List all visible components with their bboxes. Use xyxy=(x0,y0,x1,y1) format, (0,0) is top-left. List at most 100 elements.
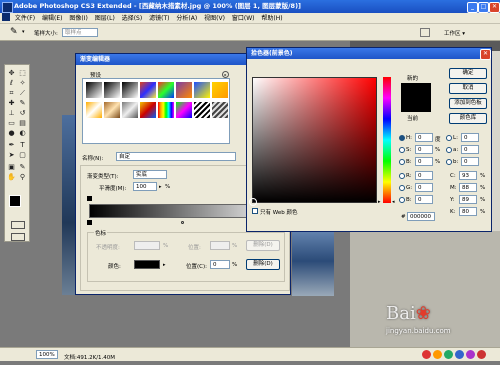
lab-a-input[interactable]: 0 xyxy=(461,145,479,154)
lab-b-input[interactable]: 0 xyxy=(461,157,479,166)
opacity-location-input[interactable] xyxy=(210,241,230,250)
blue-radio[interactable] xyxy=(399,197,405,203)
hand-tool-icon[interactable]: ✋ xyxy=(7,173,16,182)
brightness-input[interactable]: 0 xyxy=(415,157,433,166)
brightness-radio[interactable] xyxy=(399,159,405,165)
app-menu-icon[interactable] xyxy=(2,13,10,21)
cancel-button[interactable]: 取消 xyxy=(449,83,487,94)
tray-icon[interactable] xyxy=(433,350,442,359)
preset-swatches[interactable] xyxy=(86,82,228,122)
hue-slider[interactable] xyxy=(383,77,391,203)
magenta-input[interactable]: 88 xyxy=(459,183,477,192)
pen-tool-icon[interactable]: ✒ xyxy=(7,141,16,150)
menu-analysis[interactable]: 分析(A) xyxy=(176,15,197,22)
dodge-tool-icon[interactable]: ◐ xyxy=(18,129,27,138)
color-field[interactable] xyxy=(249,77,377,206)
tray-icon[interactable] xyxy=(477,350,486,359)
lab-l-radio[interactable] xyxy=(446,135,452,141)
type-tool-icon[interactable]: T xyxy=(18,141,27,150)
tool-preset-chevron-icon[interactable]: ▾ xyxy=(22,29,25,35)
tray-icon[interactable] xyxy=(466,350,475,359)
sample-size-select[interactable]: 取样点 xyxy=(62,28,98,37)
gradient-name-input[interactable]: 自定 xyxy=(116,152,236,161)
preset-swatch[interactable] xyxy=(194,102,210,118)
lab-a-radio[interactable] xyxy=(446,147,452,153)
preset-swatch[interactable] xyxy=(104,102,120,118)
notes-tool-icon[interactable]: ▣ xyxy=(7,163,16,172)
lab-b-radio[interactable] xyxy=(446,159,452,165)
menu-window[interactable]: 窗口(W) xyxy=(232,15,255,22)
gradient-midpoint[interactable] xyxy=(181,221,184,224)
presets-menu-icon[interactable]: ▸ xyxy=(222,71,229,78)
saturation-radio[interactable] xyxy=(399,147,405,153)
color-picker-close-button[interactable]: ✕ xyxy=(480,49,491,60)
lab-l-input[interactable]: 0 xyxy=(461,133,479,142)
hue-slider-left-arrow[interactable]: ▸ xyxy=(378,199,381,205)
move-tool-icon[interactable]: ✥ xyxy=(7,69,16,78)
lasso-tool-icon[interactable]: ℓ xyxy=(7,79,16,88)
zoom-input[interactable]: 100% xyxy=(36,350,58,359)
history-brush-tool-icon[interactable]: ↺ xyxy=(18,109,27,118)
preset-swatch[interactable] xyxy=(122,82,138,98)
tray-icon[interactable] xyxy=(444,350,453,359)
gradient-type-select[interactable]: 实底 xyxy=(133,170,167,179)
green-radio[interactable] xyxy=(399,185,405,191)
black-input[interactable]: 80 xyxy=(459,207,477,216)
red-input[interactable]: 0 xyxy=(415,171,433,180)
red-radio[interactable] xyxy=(399,173,405,179)
preset-swatch[interactable] xyxy=(212,102,228,118)
menu-file[interactable]: 文件(F) xyxy=(15,15,35,22)
current-color-swatch[interactable] xyxy=(401,98,431,112)
menu-view[interactable]: 视图(V) xyxy=(204,15,225,22)
menu-edit[interactable]: 编辑(E) xyxy=(42,15,62,22)
preset-swatch[interactable] xyxy=(122,102,138,118)
color-location-input[interactable]: 0 xyxy=(210,260,230,269)
healing-brush-tool-icon[interactable]: ✚ xyxy=(7,99,16,108)
preset-swatch[interactable] xyxy=(86,102,102,118)
preset-swatch[interactable] xyxy=(158,102,174,118)
preset-swatch[interactable] xyxy=(176,82,192,98)
eyedropper-icon[interactable]: ✎ xyxy=(10,27,18,37)
screen-mode-icon[interactable] xyxy=(420,28,430,37)
screen-mode-tool-icon[interactable] xyxy=(11,233,25,241)
tray-icon[interactable] xyxy=(422,350,431,359)
ok-button[interactable]: 确定 xyxy=(449,68,487,79)
path-selection-tool-icon[interactable]: ➤ xyxy=(7,151,16,160)
preset-swatch[interactable] xyxy=(140,102,156,118)
crop-tool-icon[interactable]: ⌗ xyxy=(7,89,16,98)
menu-select[interactable]: 选择(S) xyxy=(122,15,143,22)
close-button[interactable]: ✕ xyxy=(489,2,500,13)
cyan-input[interactable]: 93 xyxy=(459,171,477,180)
marquee-tool-icon[interactable]: ⬚ xyxy=(18,69,27,78)
brush-tool-icon[interactable]: ✎ xyxy=(18,99,27,108)
hue-slider-right-arrow[interactable]: ◂ xyxy=(392,199,395,205)
menu-layer[interactable]: 图层(L) xyxy=(95,15,115,22)
workspace-menu[interactable]: 工作区 ▾ xyxy=(444,29,465,37)
eraser-tool-icon[interactable]: ▭ xyxy=(7,119,16,128)
stop-color-swatch[interactable] xyxy=(134,260,160,269)
preset-swatch[interactable] xyxy=(158,82,174,98)
clone-stamp-tool-icon[interactable]: ⊥ xyxy=(7,109,16,118)
preset-swatch[interactable] xyxy=(104,82,120,98)
hex-input[interactable]: 000000 xyxy=(407,212,435,221)
magic-wand-tool-icon[interactable]: ✧ xyxy=(18,79,27,88)
slice-tool-icon[interactable]: ⟋ xyxy=(18,89,27,98)
yellow-input[interactable]: 89 xyxy=(459,195,477,204)
quick-mask-icon[interactable] xyxy=(11,221,25,229)
opacity-input[interactable] xyxy=(134,241,160,250)
hue-radio[interactable] xyxy=(399,135,405,141)
preset-swatch[interactable] xyxy=(176,102,192,118)
color-field-picker-circle[interactable] xyxy=(249,198,257,206)
maximize-button[interactable]: □ xyxy=(478,2,489,13)
shape-tool-icon[interactable]: ▢ xyxy=(18,151,27,160)
color-libraries-button[interactable]: 颜色库 xyxy=(449,113,487,124)
menu-filter[interactable]: 滤镜(T) xyxy=(149,15,169,22)
opacity-stop-left[interactable] xyxy=(87,196,92,201)
menu-help[interactable]: 帮助(H) xyxy=(261,15,282,22)
eyedropper-tool-icon[interactable]: ✎ xyxy=(18,163,27,172)
gradient-tool-icon[interactable]: ▤ xyxy=(18,119,27,128)
minimize-button[interactable]: _ xyxy=(467,2,478,13)
blur-tool-icon[interactable]: ● xyxy=(7,129,16,138)
blue-input[interactable]: 0 xyxy=(415,195,433,204)
foreground-color-swatch[interactable] xyxy=(9,195,21,207)
